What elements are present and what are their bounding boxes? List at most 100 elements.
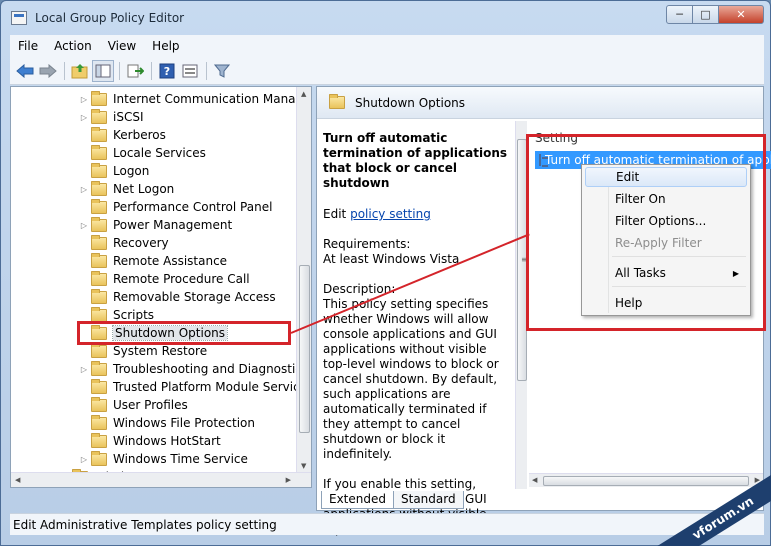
- tree-item-label: Trusted Platform Module Services: [113, 380, 312, 394]
- tree-item-label: Windows Time Service: [113, 452, 248, 466]
- tree-item[interactable]: ▷ Power Management: [77, 216, 232, 234]
- tree-item[interactable]: Logon: [77, 162, 149, 180]
- annotation-box-menu: [526, 134, 766, 331]
- expand-arrow-icon[interactable]: ▷: [77, 455, 91, 464]
- tree-item[interactable]: Performance Control Panel: [77, 198, 272, 216]
- setting-title: Turn off automatic termination of applic…: [323, 131, 508, 190]
- tree-item-label: Net Logon: [113, 182, 175, 196]
- tree-item[interactable]: Windows HotStart: [77, 432, 221, 450]
- status-bar: Edit Administrative Templates policy set…: [10, 513, 764, 535]
- folder-icon: [91, 360, 107, 376]
- expand-arrow-icon[interactable]: ▷: [77, 185, 91, 194]
- tree-item[interactable]: Trusted Platform Module Services: [77, 378, 312, 396]
- show-hide-tree-button[interactable]: [92, 59, 114, 82]
- export-list-button[interactable]: [124, 60, 146, 82]
- tab-standard[interactable]: Standard: [393, 491, 464, 509]
- tree-item-label: Locale Services: [113, 146, 206, 160]
- help-icon: ?: [159, 63, 175, 78]
- menu-file[interactable]: File: [10, 39, 46, 53]
- folder-icon: [91, 108, 107, 124]
- expand-arrow-icon[interactable]: ▷: [77, 113, 91, 122]
- help-button[interactable]: ?: [156, 60, 178, 82]
- filter-funnel-icon: [214, 64, 230, 78]
- toolbar-separator: [151, 61, 152, 80]
- export-list-icon: [127, 64, 144, 77]
- folder-icon: [91, 450, 107, 466]
- menu-help[interactable]: Help: [144, 39, 187, 53]
- expand-arrow-icon[interactable]: ▷: [77, 221, 91, 230]
- tree-item[interactable]: ▷ Troubleshooting and Diagnostics: [77, 360, 308, 378]
- tree-item-label: Performance Control Panel: [113, 200, 273, 214]
- list-scroll-thumb[interactable]: [543, 476, 749, 486]
- maximize-icon: □: [700, 8, 711, 21]
- tree-item[interactable]: Recovery: [77, 234, 169, 252]
- menu-view[interactable]: View: [100, 39, 144, 53]
- tree-item-label: Remote Procedure Call: [113, 272, 250, 286]
- tree-item[interactable]: ▷ Windows Time Service: [77, 450, 248, 468]
- tree-item-label: Logon: [113, 164, 150, 178]
- up-folder-icon: [71, 63, 88, 78]
- tree-vertical-scrollbar[interactable]: ▲ ▼: [296, 87, 311, 487]
- window-title: Local Group Policy Editor: [35, 11, 185, 25]
- console-tree: ▷ Internet Communication Manager ▷ iSCSI Ker…: [10, 86, 312, 488]
- tree-item[interactable]: Windows File Protection: [77, 414, 255, 432]
- tree-item-label: Internet Communication Manager: [113, 92, 312, 106]
- forward-arrow-icon: [39, 63, 57, 78]
- policy-setting-link[interactable]: policy setting: [350, 207, 431, 221]
- folder-icon: [91, 162, 107, 178]
- tree-item[interactable]: User Profiles: [77, 396, 188, 414]
- folder-icon: [91, 414, 107, 430]
- tab-extended[interactable]: Extended: [321, 491, 394, 509]
- details-header-title: Shutdown Options: [355, 95, 466, 110]
- folder-icon: [91, 90, 107, 106]
- console-tree-icon: [95, 64, 111, 77]
- folder-icon: [91, 198, 107, 214]
- folder-icon: [91, 270, 107, 286]
- back-button[interactable]: [14, 60, 36, 82]
- tree-horizontal-scrollbar[interactable]: ◀ ▶: [11, 472, 311, 487]
- close-button[interactable]: ✕: [718, 5, 764, 24]
- tree-scroll-thumb[interactable]: [299, 265, 310, 433]
- title-bar: Local Group Policy Editor ─ □ ✕: [1, 1, 770, 35]
- tree-item-label: Troubleshooting and Diagnostics: [113, 362, 309, 376]
- forward-button[interactable]: [37, 60, 59, 82]
- folder-icon: [91, 180, 107, 196]
- tree-item[interactable]: Remote Assistance: [77, 252, 227, 270]
- filter-button[interactable]: [211, 60, 233, 82]
- scroll-right-icon[interactable]: ▶: [286, 476, 291, 484]
- requirements-value: At least Windows Vista: [323, 252, 460, 266]
- tree-item[interactable]: ▷ Internet Communication Manager: [77, 90, 312, 108]
- tree-item-label: System Restore: [113, 344, 208, 358]
- toolbar-separator: [119, 61, 120, 80]
- app-window: Local Group Policy Editor ─ □ ✕ File Act…: [0, 0, 771, 546]
- up-folder-button[interactable]: [69, 60, 91, 82]
- tree-item[interactable]: Kerberos: [77, 126, 166, 144]
- folder-icon: [91, 234, 107, 250]
- status-text: Edit Administrative Templates policy set…: [13, 517, 277, 532]
- requirements-label: Requirements:: [323, 237, 411, 251]
- tree-item-label: Power Management: [113, 218, 233, 232]
- tree-item[interactable]: Remote Procedure Call: [77, 270, 250, 288]
- folder-icon: [91, 396, 107, 412]
- tree-item[interactable]: ▷ iSCSI: [77, 108, 144, 126]
- tree-item[interactable]: ▷ Net Logon: [77, 180, 174, 198]
- expand-arrow-icon[interactable]: ▷: [77, 95, 91, 104]
- scroll-left-icon[interactable]: ◀: [15, 476, 20, 484]
- tree-item-label: Windows File Protection: [113, 416, 255, 430]
- tree-item-label: Kerberos: [113, 128, 166, 142]
- list-horizontal-scrollbar[interactable]: ◀ ▶: [529, 473, 763, 487]
- scroll-left-icon[interactable]: ◀: [532, 476, 537, 484]
- folder-icon: [91, 306, 107, 322]
- menu-action[interactable]: Action: [46, 39, 100, 53]
- expand-arrow-icon[interactable]: ▷: [77, 365, 91, 374]
- close-icon: ✕: [736, 8, 746, 21]
- maximize-button[interactable]: □: [692, 5, 719, 24]
- scroll-down-icon[interactable]: ▼: [301, 462, 306, 470]
- minimize-button[interactable]: ─: [666, 5, 693, 24]
- tree-item-label: User Profiles: [113, 398, 188, 412]
- details-header: Shutdown Options: [317, 87, 763, 119]
- tree-item[interactable]: Removable Storage Access: [77, 288, 276, 306]
- properties-view-button[interactable]: [179, 60, 201, 82]
- scroll-up-icon[interactable]: ▲: [301, 90, 306, 98]
- tree-item[interactable]: Locale Services: [77, 144, 206, 162]
